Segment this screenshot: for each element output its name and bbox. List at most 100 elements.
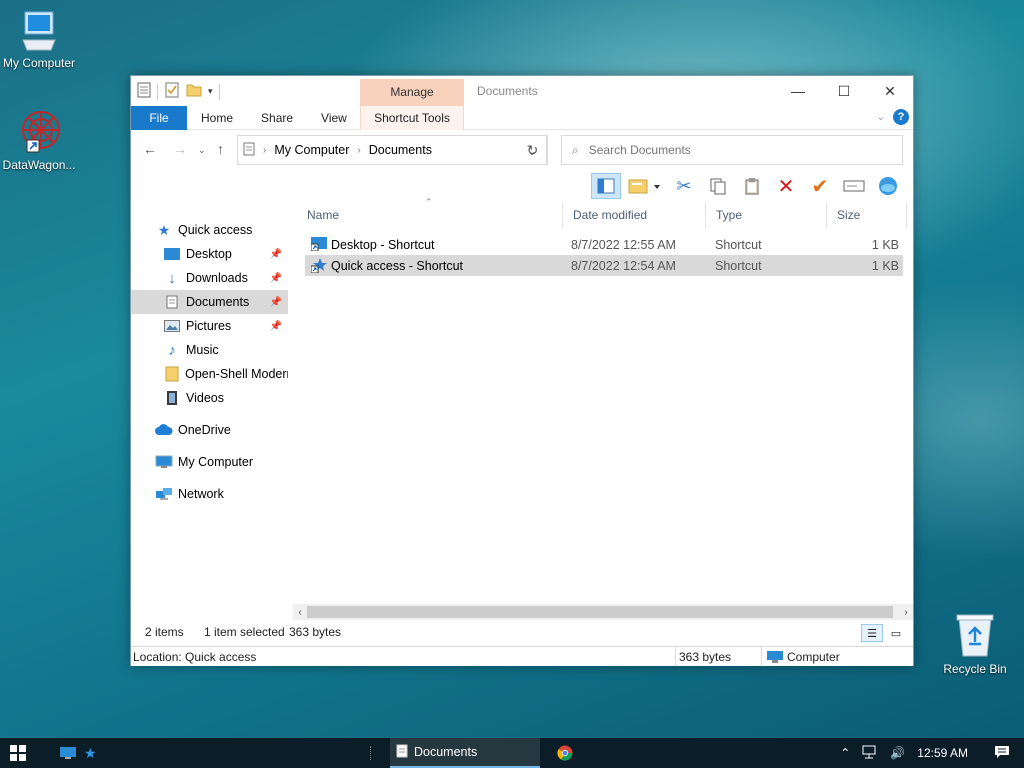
quick-access-star-icon[interactable]: ★	[84, 738, 97, 768]
sidebar-item-label: Pictures	[186, 319, 232, 333]
start-button[interactable]	[10, 738, 26, 768]
chrome-icon[interactable]	[557, 738, 573, 768]
sidebar-item-videos[interactable]: Videos	[131, 386, 288, 410]
breadcrumb-chevron-icon[interactable]: ›	[357, 145, 360, 156]
shell-settings-icon[interactable]	[873, 173, 903, 199]
tab-view[interactable]: View	[307, 106, 361, 130]
qat-separator	[218, 83, 220, 100]
details-status-bar: Location: Quick access 363 bytes Compute…	[131, 646, 913, 666]
properties-icon[interactable]	[137, 82, 151, 101]
column-header-type[interactable]: Type	[706, 202, 827, 228]
column-header-name[interactable]: Name	[297, 202, 563, 228]
sidebar-item-documents[interactable]: Documents 📌	[131, 290, 288, 314]
bottom-location: Computer	[787, 650, 840, 664]
back-arrow-icon[interactable]: ←	[143, 141, 157, 157]
sidebar-item-open-shell[interactable]: Open-Shell Modern	[131, 362, 288, 386]
sidebar-item-label: Music	[186, 343, 219, 357]
scroll-right-icon[interactable]: ›	[899, 604, 913, 620]
checklist-icon[interactable]	[164, 82, 180, 101]
table-row[interactable]: Desktop - Shortcut 8/7/2022 12:55 AM Sho…	[305, 234, 903, 255]
up-arrow-icon[interactable]: ↑	[217, 141, 224, 157]
pin-icon[interactable]: 📌	[270, 297, 282, 308]
pin-icon[interactable]: 📌	[270, 321, 282, 332]
notifications-icon[interactable]	[994, 745, 1010, 762]
computer-icon	[155, 454, 173, 470]
new-folder-icon[interactable]	[186, 82, 202, 101]
details-view-icon[interactable]: ☰	[861, 624, 883, 642]
tab-share[interactable]: Share	[247, 106, 307, 130]
breadcrumb-documents[interactable]: Documents	[369, 143, 432, 157]
desktop-icon-my-computer[interactable]: My Computer	[0, 10, 84, 70]
file-name: Desktop - Shortcut	[331, 237, 435, 252]
horizontal-scrollbar[interactable]: ‹ ›	[293, 604, 913, 620]
help-icon[interactable]: ?	[893, 109, 909, 125]
sidebar-item-onedrive[interactable]: OneDrive	[131, 418, 288, 442]
column-header-date[interactable]: Date modified	[563, 202, 706, 228]
manage-tab[interactable]: Manage	[360, 79, 464, 106]
network-status-icon[interactable]	[862, 745, 878, 762]
column-header-size[interactable]: Size	[827, 202, 907, 228]
cut-icon[interactable]: ✂	[669, 173, 699, 199]
desktop-icon-recycle-bin[interactable]: Recycle Bin	[930, 612, 1020, 676]
ribbon-right-controls: ⌄ ?	[877, 109, 909, 125]
tab-home[interactable]: Home	[187, 106, 247, 130]
network-icon	[155, 486, 173, 502]
sidebar-item-music[interactable]: ♪ Music	[131, 338, 288, 362]
view-buttons: ☰ ▭	[861, 624, 907, 642]
scroll-left-icon[interactable]: ‹	[293, 604, 307, 620]
refresh-icon[interactable]: ↻	[518, 135, 548, 165]
minimize-icon[interactable]: —	[775, 76, 821, 106]
search-input[interactable]	[588, 143, 869, 157]
status-bar: 2 items 1 item selected 363 bytes ☰ ▭	[131, 622, 913, 644]
selected-count: 1 item selected	[204, 625, 285, 639]
clock[interactable]: 12:59 AM	[917, 746, 968, 760]
status-divider	[761, 647, 762, 666]
taskbar-documents-window[interactable]: Documents	[390, 738, 540, 768]
sidebar-item-downloads[interactable]: ↓ Downloads 📌	[131, 266, 288, 290]
sidebar-item-my-computer[interactable]: My Computer	[131, 450, 288, 474]
tab-shortcut-tools[interactable]: Shortcut Tools	[360, 105, 464, 130]
sidebar-item-pictures[interactable]: Pictures 📌	[131, 314, 288, 338]
maximize-icon[interactable]: ☐	[821, 76, 867, 106]
sidebar-item-network[interactable]: Network	[131, 482, 288, 506]
video-icon	[163, 390, 181, 406]
properties-check-icon[interactable]: ✔	[805, 173, 835, 199]
copy-icon[interactable]	[703, 173, 733, 199]
title-bar[interactable]: ▾ Manage Documents — ☐ ✕	[131, 76, 913, 106]
document-icon	[396, 744, 408, 761]
explorer-window[interactable]: ▾ Manage Documents — ☐ ✕ File Home Share…	[130, 75, 914, 666]
file-date: 8/7/2022 12:55 AM	[571, 237, 676, 252]
expand-ribbon-icon[interactable]: ⌄	[877, 112, 885, 123]
recent-locations-icon[interactable]: ⌄	[198, 145, 206, 156]
delete-icon[interactable]: ✕	[771, 173, 801, 199]
sidebar-item-label: Quick access	[178, 223, 253, 237]
rename-icon[interactable]	[839, 173, 869, 199]
show-desktop-icon[interactable]	[60, 738, 76, 768]
layout-icon[interactable]	[625, 173, 665, 199]
preview-pane-toggle-icon[interactable]	[591, 173, 621, 199]
pin-icon[interactable]: 📌	[270, 249, 282, 260]
customize-qat-icon[interactable]: ▾	[208, 86, 213, 97]
folder-icon	[163, 366, 180, 382]
close-icon[interactable]: ✕	[867, 76, 913, 106]
scrollbar-thumb[interactable]	[307, 606, 893, 618]
paste-icon[interactable]	[737, 173, 767, 199]
pin-icon[interactable]: 📌	[270, 273, 282, 284]
forward-arrow-icon[interactable]: →	[173, 141, 187, 157]
sidebar-item-quick-access[interactable]: ★ Quick access	[155, 218, 288, 242]
tab-file[interactable]: File	[131, 105, 187, 130]
sidebar-item-desktop[interactable]: Desktop 📌	[131, 242, 288, 266]
volume-icon[interactable]: 🔊	[890, 746, 905, 760]
address-bar[interactable]: › My Computer › Documents ⌄	[237, 135, 547, 165]
breadcrumb-chevron-icon[interactable]: ›	[263, 145, 266, 156]
desktop-icon-datawagon[interactable]: DataWagon...	[0, 110, 84, 172]
large-icons-view-icon[interactable]: ▭	[885, 624, 907, 642]
tray-expand-icon[interactable]: ⌃	[840, 746, 850, 760]
sidebar-item-label: Desktop	[186, 247, 232, 261]
search-box[interactable]: ⌕	[561, 135, 903, 165]
file-date: 8/7/2022 12:54 AM	[571, 258, 676, 273]
table-row[interactable]: Quick access - Shortcut 8/7/2022 12:54 A…	[305, 255, 903, 276]
breadcrumb-my-computer[interactable]: My Computer	[274, 143, 349, 157]
window-controls: — ☐ ✕	[775, 76, 913, 106]
navigation-bar: ← → ⌄ ↑ › My Computer › Documents ⌄ ↻ ⌕	[131, 134, 913, 166]
